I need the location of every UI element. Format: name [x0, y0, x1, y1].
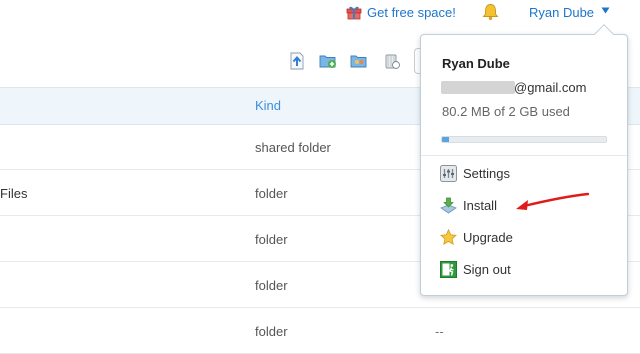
account-name: Ryan Dube [442, 56, 510, 71]
quota-usage-text: 80.2 MB of 2 GB used [442, 104, 570, 119]
chevron-down-icon[interactable] [601, 6, 610, 15]
file-kind: folder [255, 324, 288, 339]
menu-item-label: Settings [463, 166, 510, 181]
file-kind: folder [255, 232, 288, 247]
menu-item-label: Install [463, 198, 497, 213]
quota-bar [441, 136, 607, 143]
upload-icon[interactable] [288, 52, 306, 70]
star-icon [440, 229, 457, 246]
account-email: @gmail.com [514, 80, 587, 95]
redacted-email-mask [441, 81, 515, 94]
menu-item-sign-out[interactable]: Sign out [440, 259, 610, 281]
menu-divider [421, 155, 627, 156]
menu-item-label: Upgrade [463, 230, 513, 245]
settings-icon [440, 165, 457, 182]
top-bar: Get free space! Ryan Dube [0, 0, 640, 30]
quota-bar-fill [442, 137, 449, 142]
annotation-arrow [516, 192, 590, 210]
gift-icon[interactable] [346, 4, 362, 20]
share-folder-icon[interactable] [350, 52, 368, 70]
user-menu-toggle[interactable]: Ryan Dube [529, 5, 594, 20]
table-row[interactable]: folder -- [0, 308, 640, 354]
install-icon [440, 197, 457, 214]
get-free-space-link[interactable]: Get free space! [367, 5, 456, 20]
kind-column-header[interactable]: Kind [255, 98, 281, 113]
file-name: Files [0, 186, 28, 201]
menu-item-label: Sign out [463, 262, 511, 277]
new-folder-icon[interactable] [319, 52, 337, 70]
file-kind: shared folder [255, 140, 331, 155]
bell-icon[interactable] [482, 3, 499, 21]
deleted-files-icon[interactable] [383, 52, 401, 70]
file-kind: folder [255, 278, 288, 293]
menu-item-settings[interactable]: Settings [440, 163, 610, 185]
file-modified: -- [435, 324, 444, 339]
sign-out-icon [440, 261, 457, 278]
file-kind: folder [255, 186, 288, 201]
menu-item-upgrade[interactable]: Upgrade [440, 227, 610, 249]
